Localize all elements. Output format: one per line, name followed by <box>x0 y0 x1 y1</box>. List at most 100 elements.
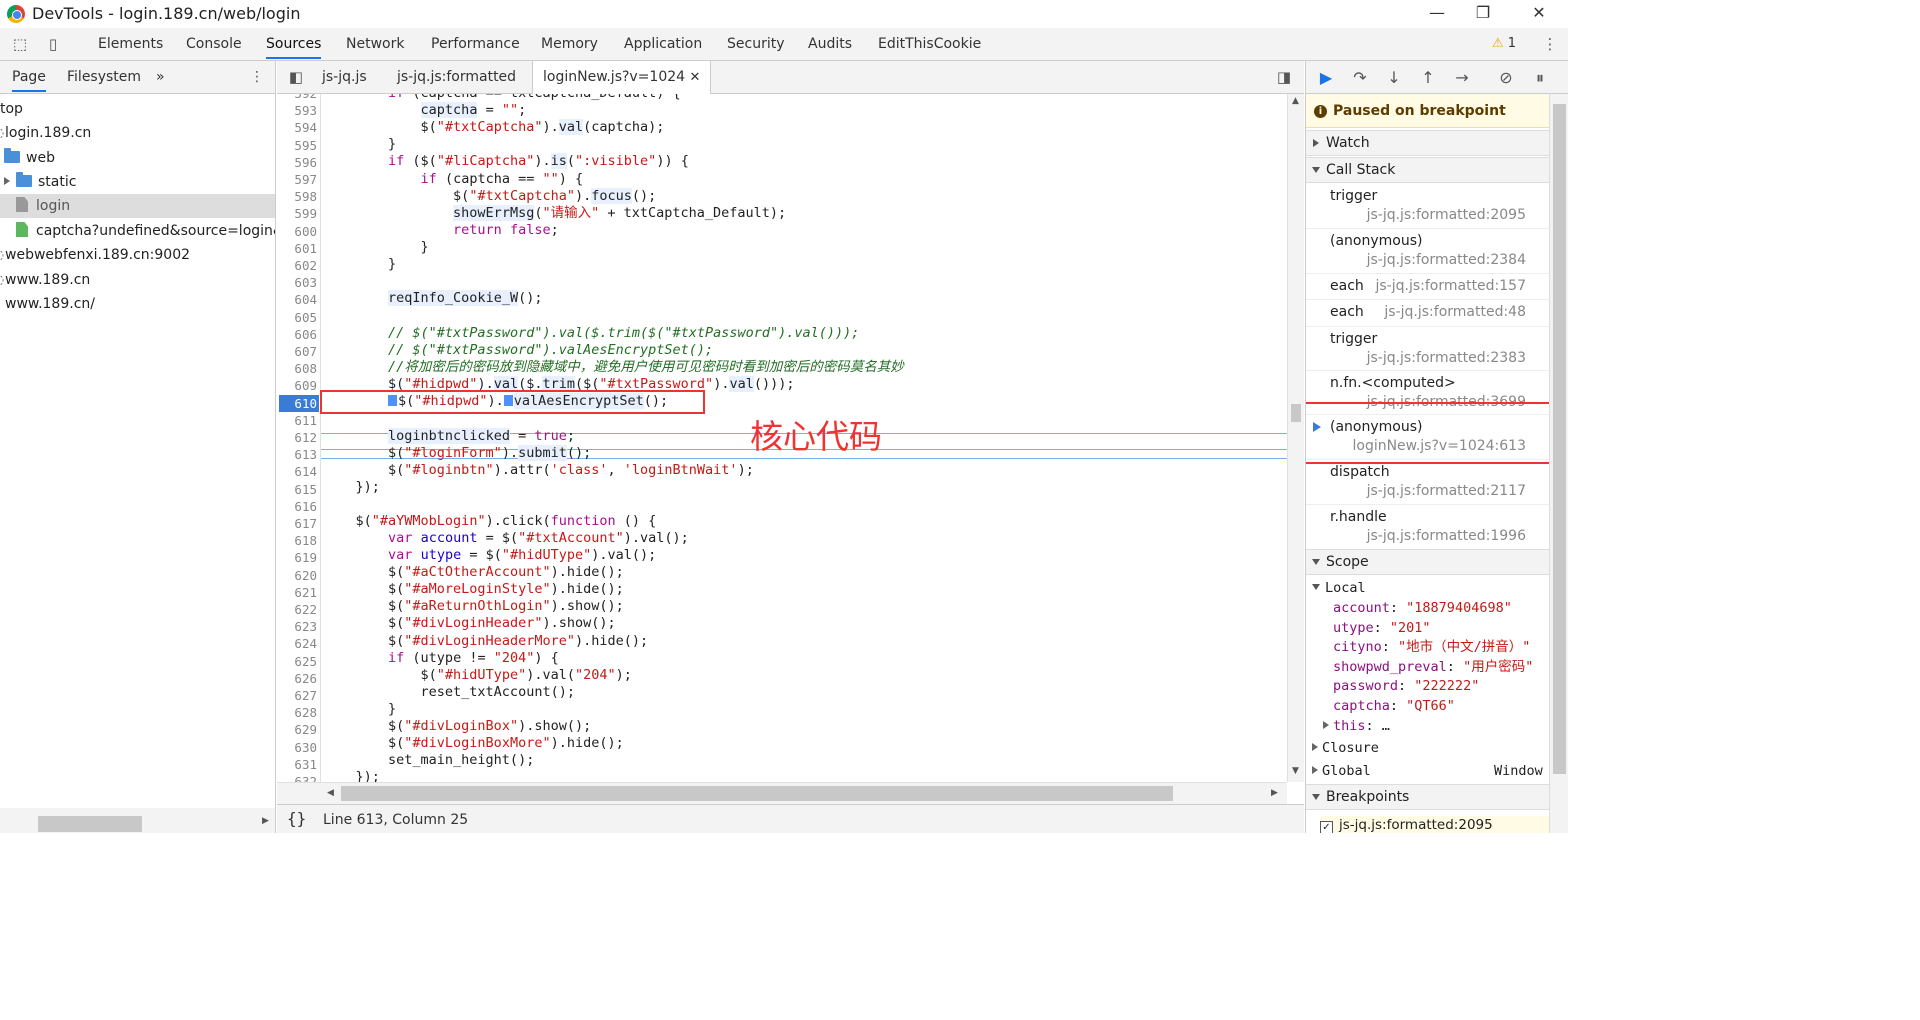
pause-on-exceptions-icon[interactable]: ⏸ <box>1530 68 1550 88</box>
scrollbar-thumb[interactable] <box>341 786 1173 801</box>
inspect-element-icon[interactable]: ⬚ <box>11 35 29 53</box>
section-scope[interactable]: Scope <box>1306 549 1549 575</box>
tab-network[interactable]: Network <box>346 36 404 52</box>
breakpoint-line-number[interactable]: 610 <box>279 394 319 412</box>
warnings-badge[interactable]: ⚠ 1 <box>1492 36 1516 51</box>
line-number[interactable]: 607 <box>277 343 317 360</box>
line-number[interactable]: 632 <box>277 773 317 782</box>
line-number[interactable]: 596 <box>277 154 317 171</box>
editor-vertical-scrollbar[interactable]: ▲ ▼ <box>1287 94 1304 782</box>
tab-console[interactable]: Console <box>186 36 242 52</box>
line-number[interactable]: 626 <box>277 670 317 687</box>
scrollbar-thumb[interactable] <box>38 816 142 832</box>
breakpoint-item[interactable]: ✓ js-jq.js:formatted:2095 <box>1320 816 1549 833</box>
scrollbar-thumb[interactable] <box>1291 404 1301 422</box>
editor-tab-loginnew[interactable]: loginNew.js?v=1024 ✕ <box>532 61 712 94</box>
tab-page[interactable]: Page <box>12 69 46 92</box>
device-toolbar-icon[interactable]: ▯ <box>44 35 62 53</box>
tree-item-www-189[interactable]: ◌www.189.cn <box>0 268 268 292</box>
line-number[interactable]: 612 <box>277 429 317 446</box>
editor-tab-js-jq[interactable]: js-jq.js <box>322 69 367 85</box>
scope-var-cityno[interactable]: cityno: "地市（中文/拼音）" <box>1333 638 1530 657</box>
scope-var-showpwd-preval[interactable]: showpwd_preval: "用户密码" <box>1333 658 1533 677</box>
line-number[interactable]: 614 <box>277 463 317 480</box>
line-number[interactable]: 611 <box>277 412 317 429</box>
line-number[interactable]: 630 <box>277 739 317 756</box>
scroll-right-icon[interactable]: ▶ <box>1271 788 1278 798</box>
call-frame[interactable]: r.handle js-jq.js:formatted:1996 <box>1306 505 1549 550</box>
deactivate-breakpoints-icon[interactable]: ⊘ <box>1496 68 1516 88</box>
line-number[interactable]: 601 <box>277 240 317 257</box>
line-number[interactable]: 593 <box>277 102 317 119</box>
scroll-up-icon[interactable]: ▲ <box>1292 96 1299 106</box>
scope-local[interactable]: Local <box>1312 579 1366 598</box>
line-number[interactable]: 628 <box>277 704 317 721</box>
line-number[interactable]: 602 <box>277 257 317 274</box>
tree-item-webfenxi[interactable]: ◌webwebfenxi.189.cn:9002 <box>0 243 268 267</box>
line-number[interactable]: 621 <box>277 584 317 601</box>
line-number[interactable]: 618 <box>277 532 317 549</box>
line-number[interactable]: 627 <box>277 687 317 704</box>
call-frame[interactable]: trigger js-jq.js:formatted:2095 <box>1306 184 1549 229</box>
scope-closure[interactable]: Closure <box>1312 739 1379 758</box>
close-tab-icon[interactable]: ✕ <box>690 70 701 85</box>
tree-item-www-189-frame[interactable]: ▯www.189.cn/ <box>0 292 268 316</box>
section-watch[interactable]: Watch <box>1306 130 1549 156</box>
call-frame[interactable]: each js-jq.js:formatted:48 <box>1306 300 1549 327</box>
line-number[interactable]: 595 <box>277 137 317 154</box>
tree-item-web[interactable]: web <box>4 146 275 170</box>
scroll-down-icon[interactable]: ▼ <box>1292 766 1299 776</box>
line-number[interactable]: 597 <box>277 171 317 188</box>
line-number[interactable]: 603 <box>277 274 317 291</box>
resume-icon[interactable]: ▶︎ <box>1316 68 1336 88</box>
call-frame[interactable]: each js-jq.js:formatted:157 <box>1306 274 1549 300</box>
line-number[interactable]: 600 <box>277 223 317 240</box>
navigator-menu-icon[interactable]: ⋮ <box>250 69 264 85</box>
line-number[interactable]: 629 <box>277 721 317 738</box>
line-number[interactable]: 606 <box>277 326 317 343</box>
tree-item-login-189[interactable]: ◌login.189.cn <box>0 121 268 145</box>
line-number[interactable]: 599 <box>277 205 317 222</box>
line-number[interactable]: 598 <box>277 188 317 205</box>
editor-horizontal-scrollbar[interactable]: ◀ ▶ <box>277 782 1287 804</box>
line-number[interactable]: 622 <box>277 601 317 618</box>
step-over-icon[interactable]: ↷ <box>1350 68 1370 88</box>
line-number[interactable]: 617 <box>277 515 317 532</box>
line-number[interactable]: 613 <box>277 446 317 463</box>
call-frame[interactable]: (anonymous) js-jq.js:formatted:2384 <box>1306 229 1549 274</box>
section-call-stack[interactable]: Call Stack <box>1306 157 1549 183</box>
call-frame[interactable]: dispatch js-jq.js:formatted:2117 <box>1306 460 1549 505</box>
debugger-scrollbar[interactable] <box>1549 94 1568 833</box>
step-into-icon[interactable]: ↓ <box>1384 68 1404 88</box>
tree-item-static[interactable]: static <box>4 170 275 194</box>
tab-application[interactable]: Application <box>624 36 702 52</box>
tab-performance[interactable]: Performance <box>431 36 520 52</box>
line-number[interactable]: 608 <box>277 360 317 377</box>
more-options-icon[interactable]: ⋮ <box>1541 35 1559 53</box>
line-number[interactable]: 616 <box>277 498 317 515</box>
tab-filesystem[interactable]: Filesystem <box>67 69 141 85</box>
line-number[interactable]: 624 <box>277 635 317 652</box>
tree-item-top[interactable]: top <box>0 97 268 121</box>
close-button[interactable]: ✕ <box>1516 2 1562 26</box>
scope-var-this[interactable]: this: … <box>1323 717 1390 736</box>
restore-button[interactable]: ❐ <box>1460 2 1506 26</box>
scroll-left-icon[interactable]: ◀ <box>327 788 334 798</box>
tab-memory[interactable]: Memory <box>541 36 598 52</box>
line-number[interactable]: 604 <box>277 291 317 308</box>
navigator-scrollbar[interactable]: ▶ <box>0 808 276 833</box>
line-number[interactable]: 631 <box>277 756 317 773</box>
line-number[interactable]: 619 <box>277 549 317 566</box>
scope-var-account[interactable]: account: "18879404698" <box>1333 599 1512 618</box>
tree-item-captcha[interactable]: captcha?undefined&source=login&width=10 <box>0 219 275 243</box>
line-number[interactable]: 605 <box>277 309 317 326</box>
tab-editthiscookie[interactable]: EditThisCookie <box>878 36 981 52</box>
toggle-navigator-icon[interactable]: ◧ <box>287 68 305 86</box>
tab-audits[interactable]: Audits <box>808 36 852 52</box>
tab-elements[interactable]: Elements <box>98 36 163 52</box>
scope-var-password[interactable]: password: "222222" <box>1333 677 1479 696</box>
minimize-button[interactable]: — <box>1414 2 1460 26</box>
section-breakpoints[interactable]: Breakpoints <box>1306 784 1549 810</box>
line-number[interactable]: 625 <box>277 653 317 670</box>
breakpoint-checkbox[interactable]: ✓ <box>1320 821 1333 833</box>
